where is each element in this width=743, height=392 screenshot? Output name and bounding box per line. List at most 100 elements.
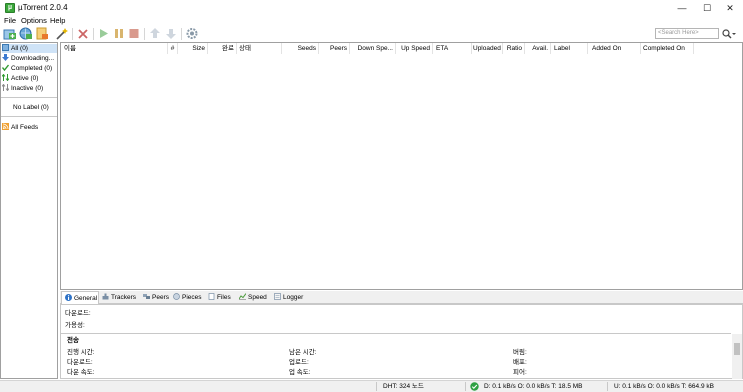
torrent-list[interactable]: 이름 # Size 완료 상태 Seeds Peers Down Spe... … (60, 42, 743, 290)
tab-pieces[interactable]: Pieces (173, 291, 206, 304)
transfer-title: 전송 (67, 337, 79, 344)
sidebar-item-label: Completed (0) (11, 65, 53, 72)
general-panel: 다운로드: 가용성: 전송 진행 시간: 남은 시간: 버림: 다운로드: 업로… (60, 304, 743, 379)
menu-help[interactable]: Help (50, 16, 65, 26)
column-header-status[interactable]: 상태 (238, 43, 282, 54)
column-header-completed-on[interactable]: Completed On (642, 43, 694, 54)
toolbar-separator (72, 28, 73, 40)
pieces-icon (173, 292, 180, 300)
trackers-icon (102, 292, 109, 300)
toolbar-separator (93, 28, 94, 40)
menu-bar: File Options Help (0, 16, 743, 26)
sidebar-item-all-feeds[interactable]: All Feeds (2, 123, 57, 132)
tab-label: General (74, 295, 98, 302)
column-header-seeds[interactable]: Seeds (283, 43, 319, 54)
logger-icon (274, 292, 281, 300)
remove-icon[interactable] (76, 27, 90, 40)
column-header-name[interactable]: 이름 (64, 43, 168, 54)
category-sidebar: All (0) Downloading... Completed (0) Act… (0, 42, 58, 379)
network-ok-icon[interactable] (470, 382, 479, 391)
completed-icon (2, 64, 10, 72)
stop-icon[interactable] (127, 27, 141, 40)
title-bar: µ µTorrent 2.0.4 — ☐ ✕ (0, 0, 743, 16)
create-torrent-icon[interactable] (35, 27, 49, 40)
search-icon[interactable] (722, 29, 736, 39)
tab-label: Pieces (182, 294, 202, 301)
column-header-availability[interactable]: Avail. (526, 43, 551, 54)
sidebar-item-label: All Feeds (11, 124, 39, 131)
tab-peers[interactable]: Peers (143, 291, 173, 304)
dht-status: DHT: 324 노드 (383, 383, 424, 390)
utorrent-logo-icon: µ (5, 3, 15, 13)
status-separator (465, 382, 466, 391)
sidebar-item-active[interactable]: Active (0) (2, 74, 57, 83)
column-header-eta[interactable]: ETA (434, 43, 472, 54)
menu-file[interactable]: File (4, 16, 16, 26)
column-header-peers[interactable]: Peers (320, 43, 350, 54)
menu-options[interactable]: Options (21, 16, 47, 26)
upload-speed-label: 업 속도: (289, 369, 311, 376)
wasted-label: 버림: (513, 349, 527, 356)
tab-logger[interactable]: Logger (274, 291, 308, 304)
sidebar-item-downloading[interactable]: Downloading... (2, 54, 57, 63)
rss-feed-icon (2, 123, 9, 130)
status-bar: DHT: 324 노드 D: 0.1 kB/s O: 0.0 kB/s T: 1… (0, 380, 743, 392)
column-header-uploaded[interactable]: Uploaded (473, 43, 503, 54)
download-speed-label: 다운 속도: (67, 369, 95, 376)
files-icon (208, 292, 215, 300)
column-header-ratio[interactable]: Ratio (504, 43, 525, 54)
move-up-icon[interactable] (148, 27, 162, 40)
sidebar-item-label: Active (0) (11, 75, 39, 82)
panel-scrollbar[interactable] (732, 334, 742, 379)
move-down-icon[interactable] (164, 27, 178, 40)
uploaded-label: 업로드: (289, 359, 309, 366)
column-header-label[interactable]: Label (552, 43, 588, 54)
preferences-icon[interactable] (185, 27, 199, 40)
sidebar-divider (1, 97, 57, 98)
sidebar-item-inactive[interactable]: Inactive (0) (2, 84, 57, 93)
tab-label: Trackers (111, 294, 137, 301)
tab-label: Logger (283, 294, 304, 301)
detail-tabs: General Trackers Peers Pieces Files Spee… (60, 291, 743, 305)
add-torrent-icon[interactable] (3, 27, 17, 40)
add-url-icon[interactable] (19, 27, 33, 40)
column-header-up-speed[interactable]: Up Speed (397, 43, 433, 54)
availability-label: 가용성: (65, 322, 85, 329)
column-header-done[interactable]: 완료 (209, 43, 237, 54)
sidebar-item-all[interactable]: All (0) (2, 44, 57, 53)
sidebar-item-completed[interactable]: Completed (0) (2, 64, 57, 73)
active-icon (2, 74, 10, 82)
wand-icon[interactable] (55, 27, 69, 40)
start-icon[interactable] (97, 27, 111, 40)
column-header-added-on[interactable]: Added On (589, 43, 641, 54)
tab-label: Files (217, 294, 231, 301)
tab-trackers[interactable]: Trackers (102, 291, 142, 304)
column-header-size[interactable]: Size (179, 43, 208, 54)
tab-general[interactable]: General (61, 291, 99, 305)
speed-icon (238, 292, 247, 300)
info-icon (65, 293, 72, 301)
column-header-down-speed[interactable]: Down Spe... (351, 43, 396, 54)
transfer-section: 전송 진행 시간: 남은 시간: 버림: 다운로드: 업로드: 배포: 다운 속… (61, 333, 731, 378)
inactive-icon (2, 84, 10, 92)
download-status: D: 0.1 kB/s O: 0.0 kB/s T: 18.5 MB (484, 383, 583, 390)
seeds-label: 배포: (513, 359, 527, 366)
peers-icon (143, 292, 150, 299)
sidebar-item-label: All (0) (11, 45, 28, 52)
tab-label: Peers (152, 294, 169, 301)
minimize-button[interactable]: — (668, 0, 696, 16)
peers-label: 피어: (513, 369, 527, 376)
pause-icon[interactable] (112, 27, 126, 40)
sidebar-item-no-label[interactable]: No Label (0) (13, 103, 57, 112)
tab-speed[interactable]: Speed (238, 291, 271, 304)
status-separator (376, 382, 377, 391)
column-header-number[interactable]: # (168, 43, 178, 54)
search-input[interactable]: <Search Here> (655, 28, 719, 39)
tab-files[interactable]: Files (208, 291, 235, 304)
all-icon (2, 44, 9, 51)
sidebar-item-label: Inactive (0) (11, 85, 44, 92)
window-title: µTorrent 2.0.4 (18, 3, 68, 12)
close-button[interactable]: ✕ (716, 0, 743, 16)
scrollbar-thumb[interactable] (734, 343, 740, 355)
toolbar-separator (181, 28, 182, 40)
